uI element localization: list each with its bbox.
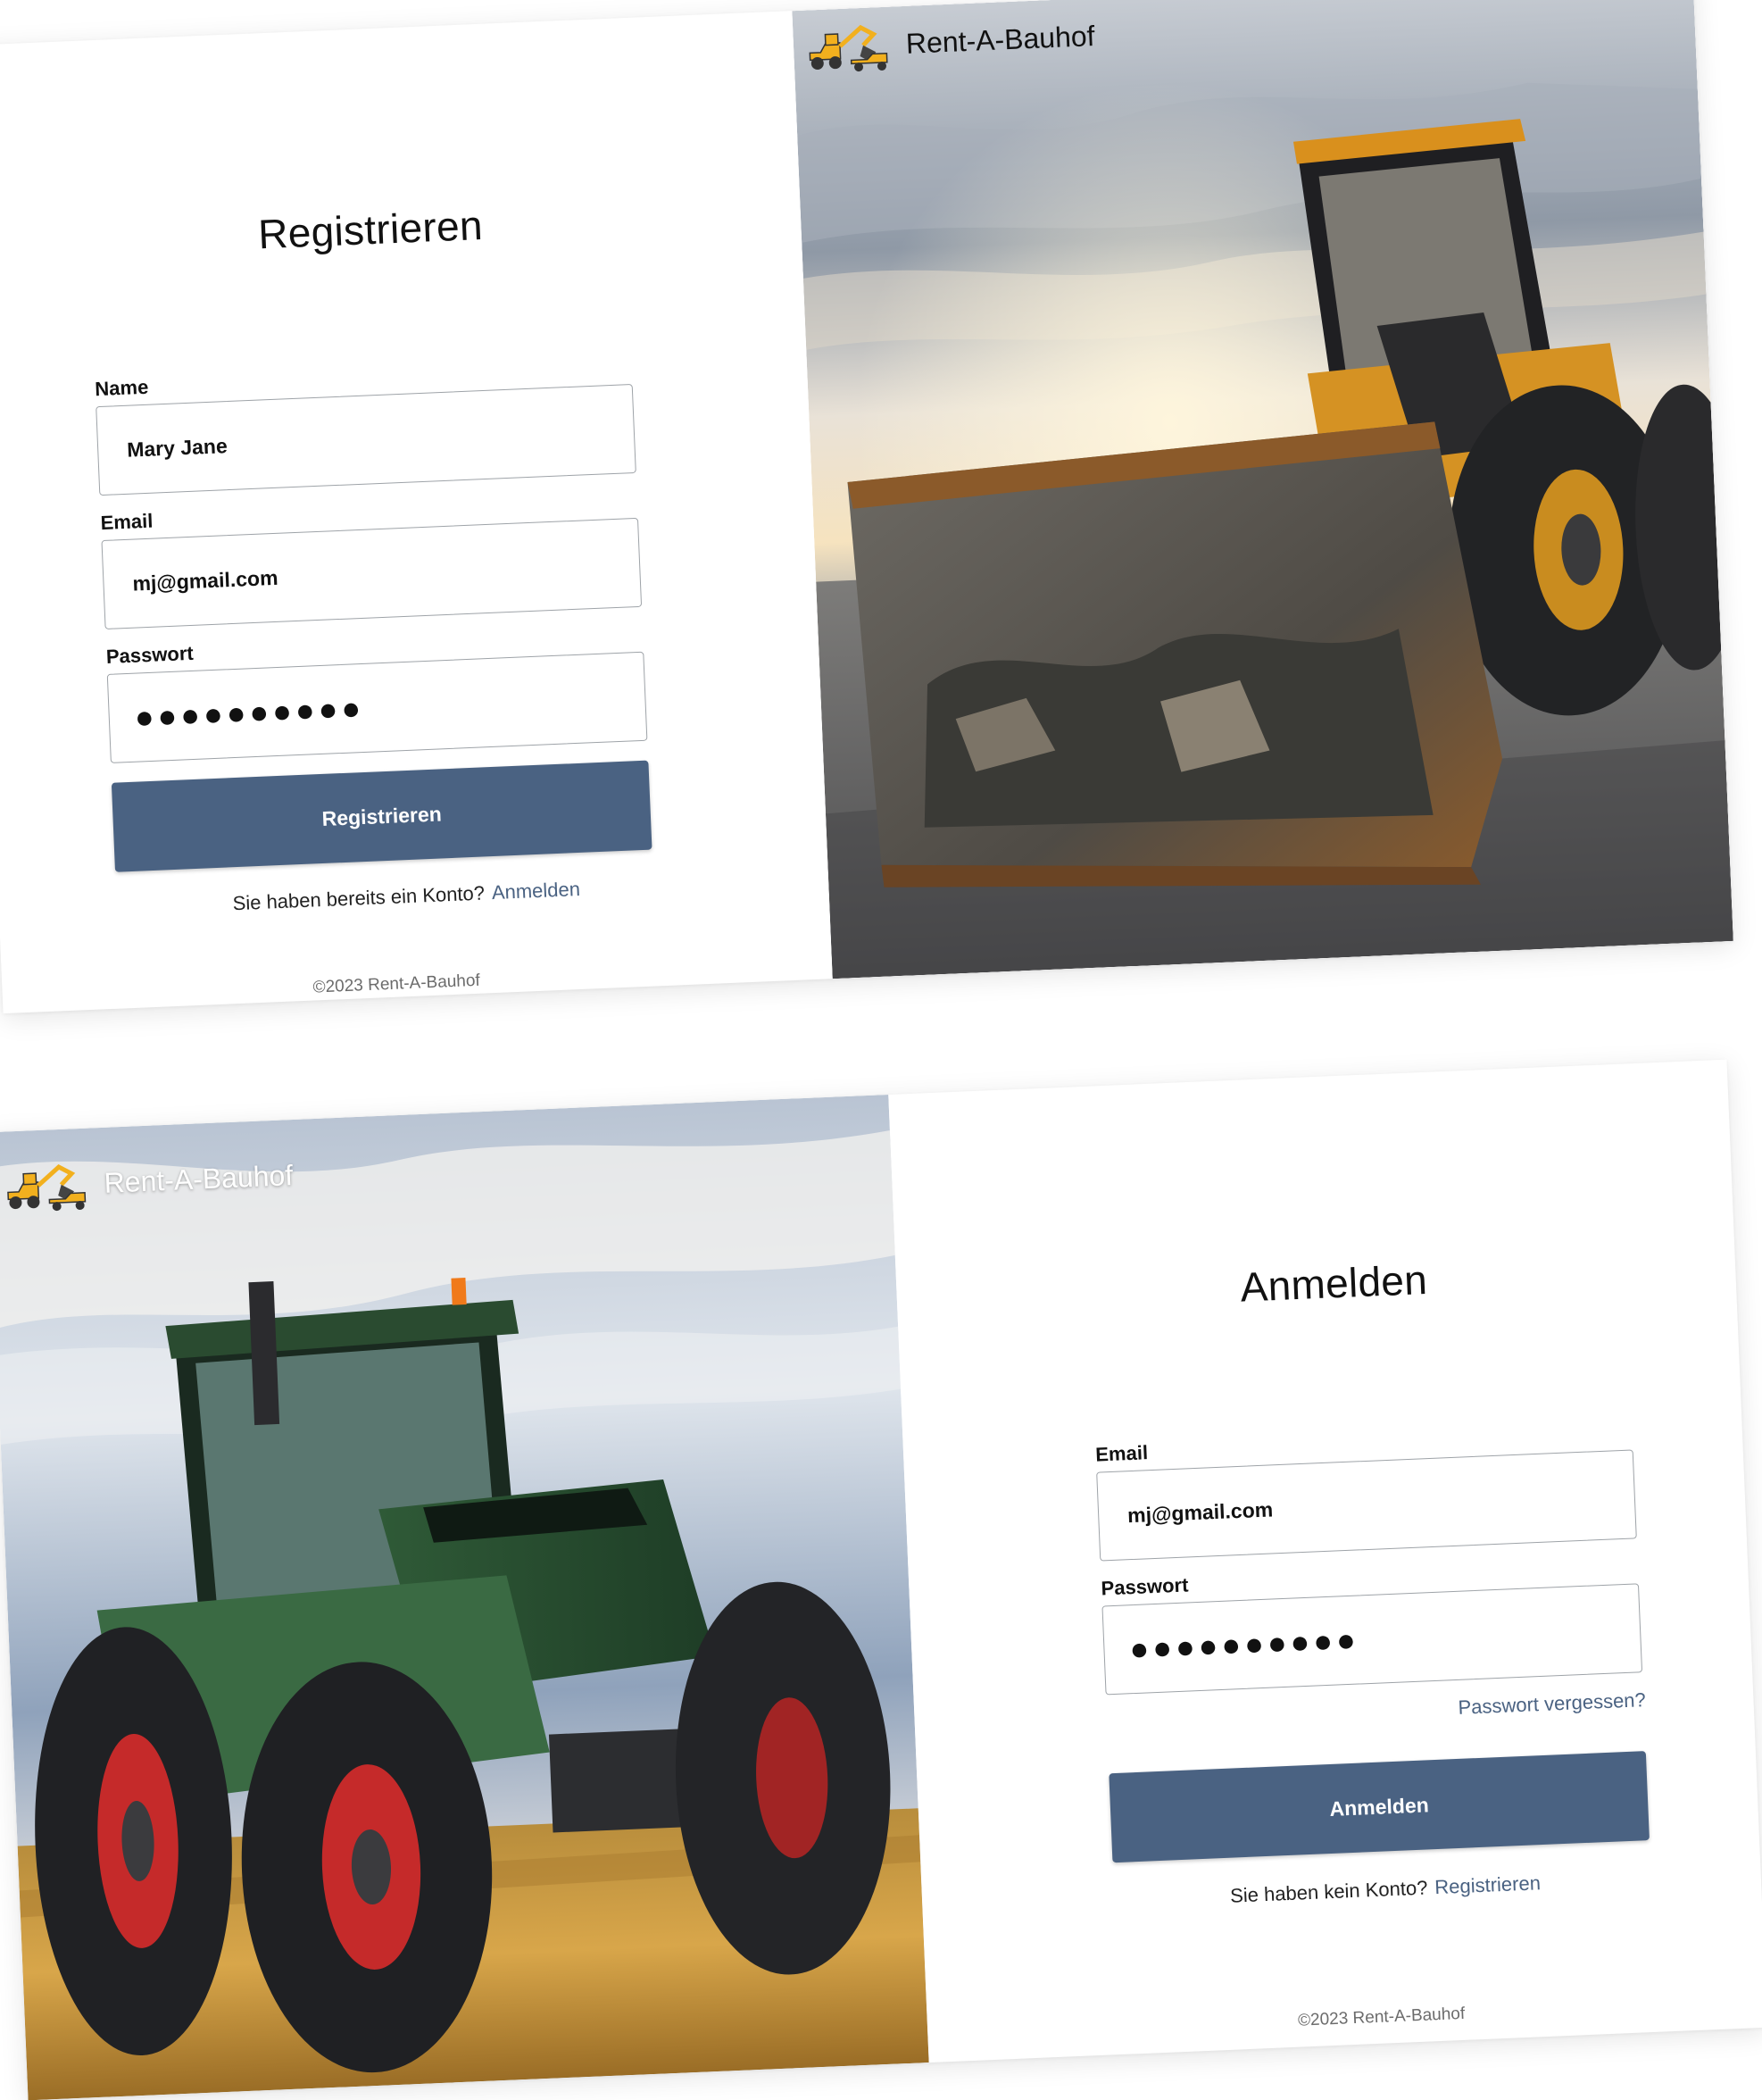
login-title: Anmelden [1239,1255,1429,1311]
password-input-value: ●●●●●●●●●● [1128,1621,1360,1668]
register-prompt: Sie haben kein Konto? Registrieren [1230,1871,1542,1908]
wheel-loader-photo: Rent-A-Bauhof [792,0,1733,979]
password-label: Passwort [105,641,195,668]
name-input-value: Mary Jane [126,433,229,462]
email-label: Email [1094,1441,1149,1466]
password-input[interactable]: ●●●●●●●●●● [1101,1583,1643,1696]
email-input-value: mj@gmail.com [131,565,278,596]
register-title: Registrieren [257,201,484,258]
email-input[interactable]: mj@gmail.com [101,517,643,629]
password-label: Passwort [1101,1573,1189,1600]
email-input[interactable]: mj@gmail.com [1096,1449,1637,1562]
login-prompt-text: Sie haben bereits ein Konto? [232,881,486,915]
brand-name: Rent-A-Bauhof [103,1158,294,1199]
password-input[interactable]: ●●●●●●●●●● [106,651,648,763]
login-button[interactable]: Anmelden [1109,1751,1650,1863]
wheel-loader-illustration [792,0,1733,979]
excavator-logo-icon [809,24,888,72]
tractor-photo: Rent-A-Bauhof [0,1095,929,2100]
login-link[interactable]: Anmelden [491,878,580,904]
register-screen: Registrieren Name Mary Jane Email mj@gma… [0,0,1733,1014]
login-prompt: Sie haben bereits ein Konto? Anmelden [232,878,580,915]
brand-name: Rent-A-Bauhof [905,19,1096,60]
register-prompt-text: Sie haben kein Konto? [1229,1876,1428,1907]
register-button[interactable]: Registrieren [111,760,652,872]
login-screen: Rent-A-Bauhof Anmelden Email mj@gmail.co… [0,1059,1762,2100]
excavator-logo-icon [7,1163,87,1212]
footer-copyright: ©2023 Rent-A-Bauhof [1297,2004,1466,2030]
login-form-panel: Anmelden Email mj@gmail.com Passwort ●●●… [902,1060,1762,2062]
forgot-password-link[interactable]: Passwort vergessen? [1458,1688,1646,1720]
email-label: Email [100,509,154,535]
name-input[interactable]: Mary Jane [96,383,636,496]
footer-copyright: ©2023 Rent-A-Bauhof [312,971,481,997]
register-form-panel: Registrieren Name Mary Jane Email mj@gma… [0,12,815,1013]
tractor-illustration [0,1095,929,2100]
password-input-value: ●●●●●●●●●● [133,688,365,736]
email-input-value: mj@gmail.com [1126,1496,1274,1527]
name-label: Name [94,375,149,401]
register-link[interactable]: Registrieren [1434,1871,1542,1898]
